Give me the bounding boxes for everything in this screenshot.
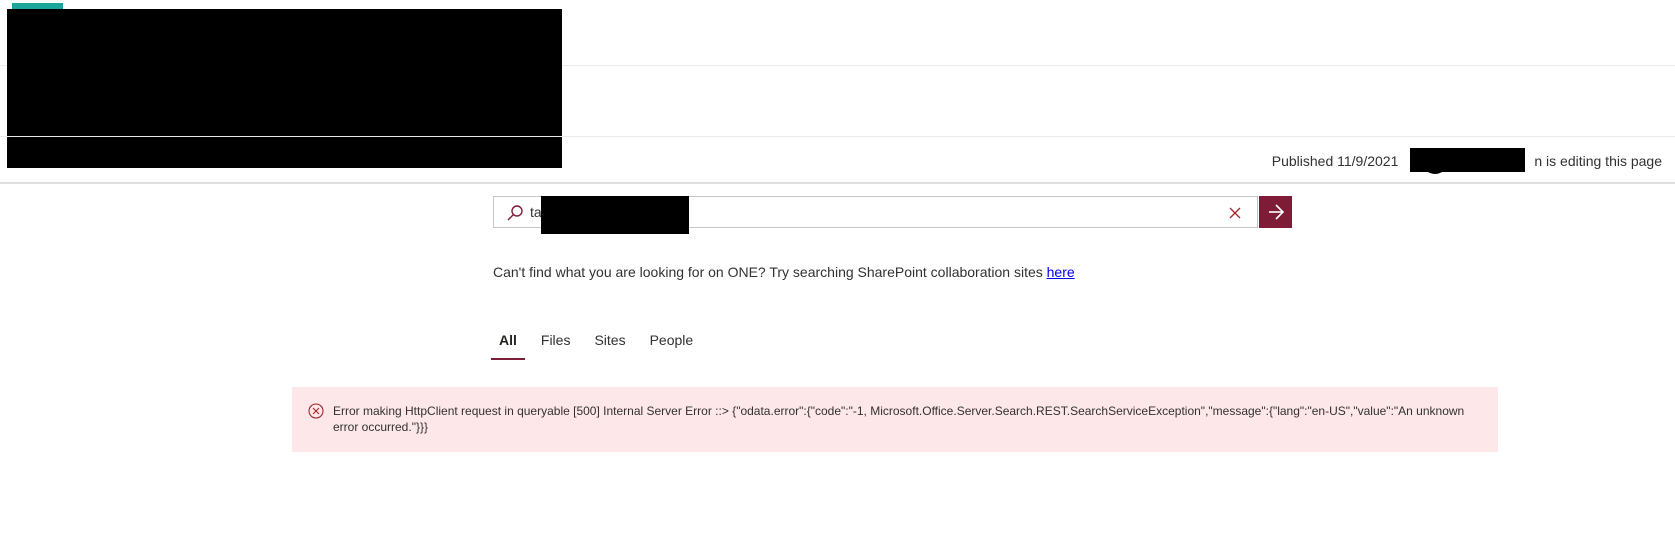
search-input[interactable]: ta [530, 204, 542, 220]
arrow-right-icon [1268, 204, 1284, 220]
collaboration-sites-link[interactable]: here [1047, 264, 1075, 280]
redacted-editor-name [1410, 148, 1526, 172]
tab-people[interactable]: People [642, 329, 702, 360]
result-tabs: All Files Sites People [491, 329, 709, 360]
error-message-bar: Error making HttpClient request in query… [292, 387, 1498, 452]
error-message-text: Error making HttpClient request in query… [333, 404, 1465, 434]
editor-identity [1410, 148, 1530, 174]
editing-status-text: n is editing this page [1534, 153, 1662, 169]
redacted-search-query [541, 196, 689, 234]
search-submit-button[interactable] [1259, 196, 1292, 228]
close-icon[interactable] [1228, 206, 1242, 220]
search-help-text: Can't find what you are looking for on O… [493, 264, 1075, 280]
tab-sites[interactable]: Sites [586, 329, 633, 360]
published-date: Published 11/9/2021 [1271, 153, 1399, 169]
search-icon [507, 205, 523, 221]
help-message: Can't find what you are looking for on O… [493, 264, 1047, 280]
tab-files[interactable]: Files [533, 329, 579, 360]
page-status: Published 11/9/2021 n is editing this pa… [1271, 148, 1662, 174]
tab-all[interactable]: All [491, 329, 525, 360]
search-box[interactable]: ta [493, 196, 1258, 234]
error-circle-icon [308, 403, 324, 419]
